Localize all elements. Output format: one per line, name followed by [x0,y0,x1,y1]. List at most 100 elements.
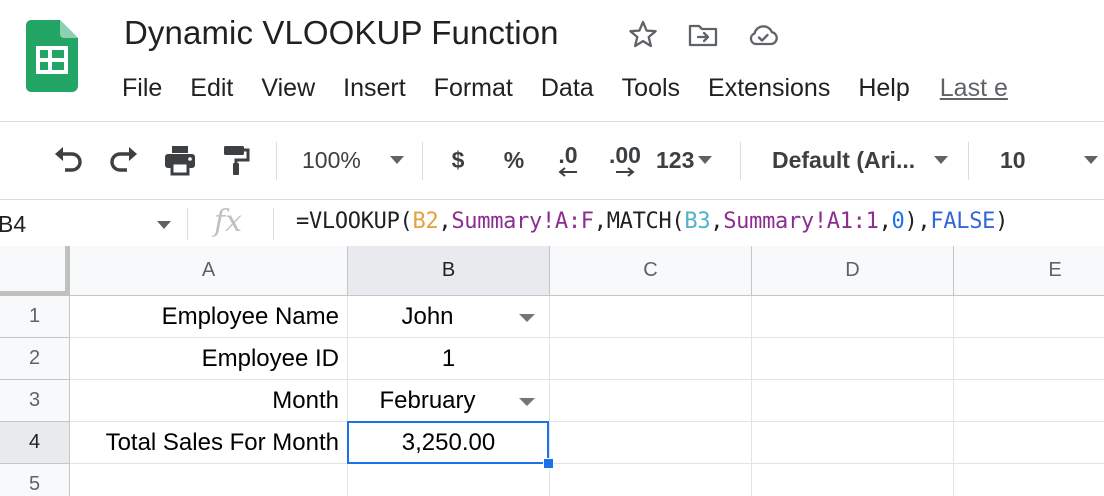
cell-text: John [401,302,454,330]
cell-d3[interactable] [752,380,954,422]
more-formats-button[interactable]: 123 [656,138,726,182]
paint-format-button[interactable] [214,138,258,182]
row-header-1[interactable]: 1 [0,296,70,338]
row-header-2[interactable]: 2 [0,338,70,380]
zoom-value: 100% [302,146,361,173]
cell-b3-dropdown[interactable]: February [348,380,550,422]
dropdown-arrow-icon[interactable] [519,314,535,322]
formula-boolean: FALSE [930,209,996,234]
currency-label: $ [451,146,465,173]
fx-icon: fx [214,204,243,239]
menu-edit[interactable]: Edit [176,74,247,103]
column-header-b[interactable]: B [348,246,550,296]
cell-d2[interactable] [752,338,954,380]
formula-input[interactable]: =VLOOKUP(B2,Summary!A:F,MATCH(B3,Summary… [296,209,1008,234]
cell-b1-dropdown[interactable]: John [348,296,550,338]
cell-a5[interactable] [70,464,348,496]
cell-e1[interactable] [954,296,1104,338]
cell-d4[interactable] [752,422,954,464]
cell-b4[interactable]: 3,250.00 [348,422,550,464]
font-size-value: 10 [1000,146,1026,173]
cell-text: Month [272,386,339,414]
dropdown-arrow-icon[interactable] [519,398,535,406]
cell-b5[interactable] [348,464,550,496]
cell-e5[interactable] [954,464,1104,496]
toolbar-divider [422,142,423,180]
undo-button[interactable] [46,138,90,182]
cell-c2[interactable] [550,338,752,380]
formula-token: =VLOOKUP( [296,209,413,234]
cell-c4[interactable] [550,422,752,464]
redo-icon [110,147,137,172]
menu-file[interactable]: File [108,74,176,103]
chevron-down-icon [1084,156,1098,164]
more-formats-label: 123 [656,146,695,173]
move-folder-icon[interactable] [686,18,720,52]
cell-text: Total Sales For Month [105,428,339,456]
column-header-d[interactable]: D [752,246,954,296]
menu-data[interactable]: Data [527,74,608,103]
cell-d5[interactable] [752,464,954,496]
menu-insert[interactable]: Insert [329,74,420,103]
decrease-decimal-button[interactable]: .0 [546,138,590,182]
arrow-right-icon [616,167,635,177]
column-header-e[interactable]: E [954,246,1104,296]
select-all-corner[interactable] [0,246,70,296]
redo-button[interactable] [102,138,146,182]
menu-extensions[interactable]: Extensions [694,74,844,103]
print-button[interactable] [158,138,202,182]
row-header-4[interactable]: 4 [0,422,70,464]
font-family-value: Default (Ari... [772,146,916,173]
cell-e3[interactable] [954,380,1104,422]
arrow-left-icon [558,167,577,177]
cell-c3[interactable] [550,380,752,422]
cell-a1[interactable]: Employee Name [70,296,348,338]
print-icon [165,146,195,176]
formula-number: 0 [891,209,905,234]
menu-format[interactable]: Format [420,74,527,103]
formula-token: , [710,209,724,234]
formula-bar-divider [273,208,274,240]
star-icon[interactable] [626,18,660,52]
menu-help[interactable]: Help [844,74,923,103]
column-header-a[interactable]: A [70,246,348,296]
cell-e2[interactable] [954,338,1104,380]
currency-format-button[interactable]: $ [436,138,480,182]
formula-token: ,MATCH( [593,209,685,234]
cell-b2[interactable]: 1 [348,338,550,380]
cell-a3[interactable]: Month [70,380,348,422]
menu-view[interactable]: View [247,74,329,103]
cell-a4[interactable]: Total Sales For Month [70,422,348,464]
cell-c5[interactable] [550,464,752,496]
formula-ref-b3: B3 [684,209,711,234]
toolbar-divider [276,142,277,180]
increase-decimal-label: .00 [609,142,641,168]
font-size-select[interactable]: 10 [994,138,1104,182]
last-edit-link[interactable]: Last e [924,74,1022,103]
zoom-select[interactable]: 100% [296,138,410,182]
cell-c1[interactable] [550,296,752,338]
document-title[interactable]: Dynamic VLOOKUP Function [124,14,559,52]
header-divider [0,121,1104,122]
row-header-5[interactable]: 5 [0,464,70,496]
cloud-saved-icon[interactable] [746,18,780,52]
cell-e4[interactable] [954,422,1104,464]
row-header-3[interactable]: 3 [0,380,70,422]
toolbar-divider [740,142,741,180]
name-box[interactable]: B4 [0,200,186,246]
cell-a2[interactable]: Employee ID [70,338,348,380]
percent-format-button[interactable]: % [492,138,536,182]
fill-handle[interactable] [543,458,554,469]
cell-text: Employee Name [161,302,339,330]
menu-bar: File Edit View Insert Format Data Tools … [108,70,1022,106]
google-sheets-logo[interactable] [26,20,78,92]
formula-ref-b2: B2 [412,209,439,234]
column-header-c[interactable]: C [550,246,752,296]
cell-text: 1 [441,344,456,372]
font-family-select[interactable]: Default (Ari... [768,138,952,182]
increase-decimal-button[interactable]: .00 [600,138,650,182]
menu-tools[interactable]: Tools [608,74,694,103]
cell-d1[interactable] [752,296,954,338]
cell-text: 3,250.00 [401,428,496,456]
toolbar: 100% $ % .0 .00 123 Default (Ari... 10 [0,126,1104,196]
